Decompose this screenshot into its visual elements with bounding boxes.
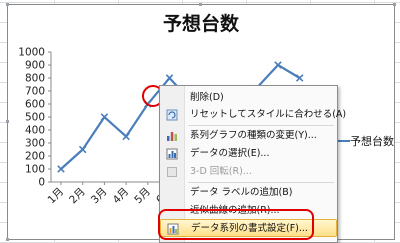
x-tick-label: 5月	[132, 186, 153, 207]
menu-item-select-data[interactable]: データの選択(E)...	[160, 145, 337, 163]
menu-item-delete[interactable]: 削除(D)	[160, 89, 337, 107]
legend-label[interactable]: 予想台数	[350, 133, 394, 149]
y-tick-label: 500	[25, 112, 45, 124]
select-data-icon	[166, 148, 178, 160]
y-tick-label: 300	[25, 138, 45, 150]
data-point-marker	[78, 145, 87, 154]
menu-item-add-data-labels[interactable]: データ ラベルの追加(B)	[160, 184, 337, 202]
data-point-marker	[274, 61, 282, 69]
data-point-marker	[165, 74, 174, 82]
data-point-marker	[295, 74, 304, 82]
data-point-marker	[57, 165, 65, 173]
x-tick-label: 4月	[111, 186, 132, 207]
menu-item-label: 3-D 回転(R)...	[190, 166, 252, 177]
menu-item-change-chart-type[interactable]: 系列グラフの種類の変更(Y)...	[160, 127, 337, 145]
y-tick-label: 200	[25, 151, 45, 163]
data-point-marker	[100, 113, 109, 121]
chart-type-icon	[167, 132, 177, 141]
y-tick-label: 700	[25, 86, 45, 98]
x-tick-label: 2月	[67, 186, 88, 207]
y-tick-label: 800	[25, 73, 45, 85]
menu-item-label: 系列グラフの種類の変更(Y)...	[190, 130, 317, 141]
reset-icon	[166, 109, 178, 121]
legend-swatch[interactable]	[338, 140, 350, 142]
y-tick-label: 0	[38, 177, 45, 189]
annotation-highlight	[158, 209, 314, 240]
x-tick-label: 3月	[89, 186, 110, 207]
y-tick-label: 100	[25, 164, 45, 176]
menu-item-label: 削除(D)	[190, 92, 224, 103]
menu-item-label: データの選択(E)...	[190, 148, 270, 159]
menu-item-3d-rotation[interactable]: 3-D 回転(R)...	[160, 163, 337, 181]
x-tick-label: 1月	[45, 186, 66, 207]
menu-item-label: リセットしてスタイルに合わせる(A)	[190, 109, 347, 120]
menu-item-reset-style[interactable]: リセットしてスタイルに合わせる(A)	[160, 106, 346, 124]
data-point-marker	[122, 132, 130, 141]
menu-item-label: データ ラベルの追加(B)	[190, 187, 293, 198]
y-tick-label: 1000	[18, 47, 45, 59]
y-tick-label: 900	[25, 60, 45, 72]
menu-separator	[188, 182, 334, 183]
y-tick-label: 400	[25, 125, 45, 137]
menu-separator	[188, 125, 334, 126]
y-tick-label: 600	[25, 99, 45, 111]
rotate-3d-icon	[167, 167, 177, 177]
